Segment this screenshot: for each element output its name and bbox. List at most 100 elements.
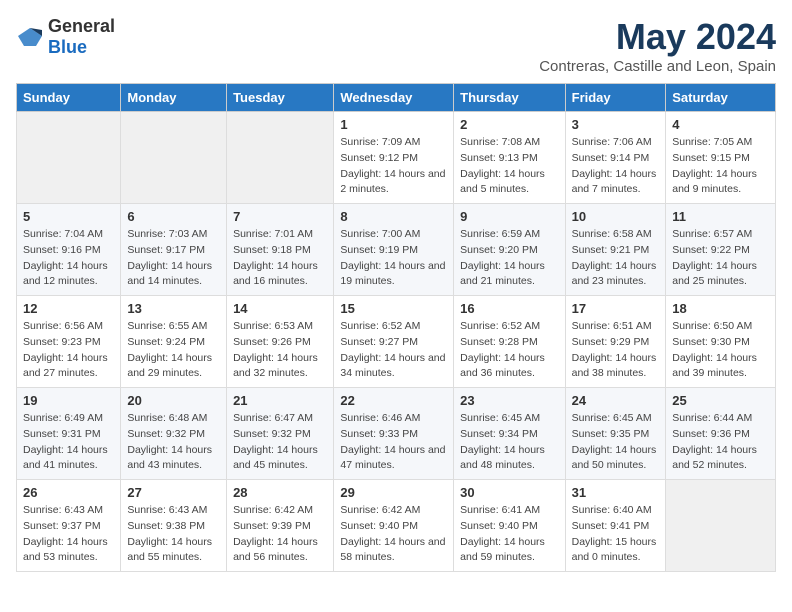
day-number: 21: [233, 393, 327, 408]
week-row-1: 1 Sunrise: 7:09 AMSunset: 9:12 PMDaylight…: [17, 112, 776, 204]
page-header: General Blue May 2024 Contreras, Castill…: [16, 16, 776, 75]
day-cell: 14Sunrise: 6:53 AMSunset: 9:26 PMDayligh…: [227, 296, 334, 388]
day-cell: 13 Sunrise: 6:55 AMSunset: 9:24 PMDayligh…: [121, 296, 227, 388]
day-info: Sunrise: 6:55 AMSunset: 9:24 PMDaylight:…: [127, 319, 220, 382]
day-info: Sunrise: 6:56 AMSunset: 9:23 PMDaylight:…: [23, 319, 114, 382]
week-row-2: 5 Sunrise: 7:04 AMSunset: 9:16 PMDaylight…: [17, 204, 776, 296]
day-cell: 2 Sunrise: 7:08 AMSunset: 9:13 PMDaylight…: [454, 112, 565, 204]
day-cell: 5 Sunrise: 7:04 AMSunset: 9:16 PMDaylight…: [17, 204, 121, 296]
day-number: 23: [460, 393, 558, 408]
day-number: 27: [127, 485, 220, 500]
day-info: Sunrise: 7:09 AMSunset: 9:12 PMDaylight:…: [340, 135, 447, 198]
subtitle: Contreras, Castille and Leon, Spain: [539, 58, 776, 75]
day-info: Sunrise: 7:03 AMSunset: 9:17 PMDaylight:…: [127, 227, 220, 290]
week-row-4: 19 Sunrise: 6:49 AMSunset: 9:31 PMDayligh…: [17, 388, 776, 480]
day-cell: 21Sunrise: 6:47 AMSunset: 9:32 PMDayligh…: [227, 388, 334, 480]
day-cell: 22 Sunrise: 6:46 AMSunset: 9:33 PMDayligh…: [334, 388, 454, 480]
day-info: Sunrise: 6:50 AMSunset: 9:30 PMDaylight:…: [672, 319, 769, 382]
day-info: Sunrise: 6:49 AMSunset: 9:31 PMDaylight:…: [23, 411, 114, 474]
day-cell: 7Sunrise: 7:01 AMSunset: 9:18 PMDaylight…: [227, 204, 334, 296]
day-cell: 3Sunrise: 7:06 AMSunset: 9:14 PMDaylight…: [565, 112, 666, 204]
day-cell: 28 Sunrise: 6:42 AMSunset: 9:39 PMDayligh…: [227, 480, 334, 572]
day-number: 26: [23, 485, 114, 500]
day-number: 5: [23, 209, 114, 224]
day-number: 9: [460, 209, 558, 224]
day-info: Sunrise: 6:42 AMSunset: 9:39 PMDaylight:…: [233, 503, 327, 566]
logo-text-general: General: [48, 16, 115, 36]
day-info: Sunrise: 6:46 AMSunset: 9:33 PMDaylight:…: [340, 411, 447, 474]
day-cell: [121, 112, 227, 204]
day-cell: 8Sunrise: 7:00 AMSunset: 9:19 PMDaylight…: [334, 204, 454, 296]
calendar-body: 1 Sunrise: 7:09 AMSunset: 9:12 PMDaylight…: [17, 112, 776, 572]
day-cell: 12 Sunrise: 6:56 AMSunset: 9:23 PMDayligh…: [17, 296, 121, 388]
day-cell: 20 Sunrise: 6:48 AMSunset: 9:32 PMDayligh…: [121, 388, 227, 480]
day-number: 19: [23, 393, 114, 408]
day-cell: 18 Sunrise: 6:50 AMSunset: 9:30 PMDayligh…: [666, 296, 776, 388]
title-area: May 2024 Contreras, Castille and Leon, S…: [539, 16, 776, 75]
day-cell: 11Sunrise: 6:57 AMSunset: 9:22 PMDayligh…: [666, 204, 776, 296]
day-info: Sunrise: 6:48 AMSunset: 9:32 PMDaylight:…: [127, 411, 220, 474]
day-cell: 15 Sunrise: 6:52 AMSunset: 9:27 PMDayligh…: [334, 296, 454, 388]
day-info: Sunrise: 6:53 AMSunset: 9:26 PMDaylight:…: [233, 319, 327, 382]
day-info: Sunrise: 6:42 AMSunset: 9:40 PMDaylight:…: [340, 503, 447, 566]
day-number: 4: [672, 117, 769, 132]
day-number: 6: [127, 209, 220, 224]
day-info: Sunrise: 6:41 AMSunset: 9:40 PMDaylight:…: [460, 503, 558, 566]
day-number: 24: [572, 393, 660, 408]
day-number: 20: [127, 393, 220, 408]
main-title: May 2024: [539, 16, 776, 58]
logo-text-blue: Blue: [48, 37, 87, 57]
day-info: Sunrise: 6:52 AMSunset: 9:28 PMDaylight:…: [460, 319, 558, 382]
day-info: Sunrise: 7:08 AMSunset: 9:13 PMDaylight:…: [460, 135, 558, 198]
day-cell: 1 Sunrise: 7:09 AMSunset: 9:12 PMDaylight…: [334, 112, 454, 204]
day-cell: 30Sunrise: 6:41 AMSunset: 9:40 PMDayligh…: [454, 480, 565, 572]
day-cell: 31 Sunrise: 6:40 AMSunset: 9:41 PMDayligh…: [565, 480, 666, 572]
day-number: 18: [672, 301, 769, 316]
col-header-sunday: Sunday: [17, 84, 121, 112]
calendar-header-row: SundayMondayTuesdayWednesdayThursdayFrid…: [17, 84, 776, 112]
day-info: Sunrise: 6:58 AMSunset: 9:21 PMDaylight:…: [572, 227, 660, 290]
day-cell: 29 Sunrise: 6:42 AMSunset: 9:40 PMDayligh…: [334, 480, 454, 572]
calendar-table: SundayMondayTuesdayWednesdayThursdayFrid…: [16, 83, 776, 572]
day-number: 1: [340, 117, 447, 132]
col-header-monday: Monday: [121, 84, 227, 112]
day-number: 13: [127, 301, 220, 316]
day-info: Sunrise: 7:06 AMSunset: 9:14 PMDaylight:…: [572, 135, 660, 198]
day-cell: 23 Sunrise: 6:45 AMSunset: 9:34 PMDayligh…: [454, 388, 565, 480]
week-row-5: 26 Sunrise: 6:43 AMSunset: 9:37 PMDayligh…: [17, 480, 776, 572]
day-number: 10: [572, 209, 660, 224]
day-info: Sunrise: 6:52 AMSunset: 9:27 PMDaylight:…: [340, 319, 447, 382]
day-number: 22: [340, 393, 447, 408]
col-header-wednesday: Wednesday: [334, 84, 454, 112]
col-header-saturday: Saturday: [666, 84, 776, 112]
day-number: 8: [340, 209, 447, 224]
day-number: 2: [460, 117, 558, 132]
day-number: 17: [572, 301, 660, 316]
day-number: 31: [572, 485, 660, 500]
day-info: Sunrise: 7:01 AMSunset: 9:18 PMDaylight:…: [233, 227, 327, 290]
day-number: 11: [672, 209, 769, 224]
day-info: Sunrise: 7:04 AMSunset: 9:16 PMDaylight:…: [23, 227, 114, 290]
day-info: Sunrise: 6:45 AMSunset: 9:34 PMDaylight:…: [460, 411, 558, 474]
day-cell: [227, 112, 334, 204]
col-header-tuesday: Tuesday: [227, 84, 334, 112]
day-cell: 27Sunrise: 6:43 AMSunset: 9:38 PMDayligh…: [121, 480, 227, 572]
logo: General Blue: [16, 16, 115, 58]
col-header-friday: Friday: [565, 84, 666, 112]
day-cell: 26 Sunrise: 6:43 AMSunset: 9:37 PMDayligh…: [17, 480, 121, 572]
day-cell: [17, 112, 121, 204]
day-info: Sunrise: 6:51 AMSunset: 9:29 PMDaylight:…: [572, 319, 660, 382]
day-info: Sunrise: 6:43 AMSunset: 9:37 PMDaylight:…: [23, 503, 114, 566]
day-cell: 4Sunrise: 7:05 AMSunset: 9:15 PMDaylight…: [666, 112, 776, 204]
day-number: 28: [233, 485, 327, 500]
day-info: Sunrise: 6:45 AMSunset: 9:35 PMDaylight:…: [572, 411, 660, 474]
day-cell: 17 Sunrise: 6:51 AMSunset: 9:29 PMDayligh…: [565, 296, 666, 388]
day-number: 12: [23, 301, 114, 316]
day-number: 29: [340, 485, 447, 500]
day-cell: [666, 480, 776, 572]
day-info: Sunrise: 6:40 AMSunset: 9:41 PMDaylight:…: [572, 503, 660, 566]
week-row-3: 12 Sunrise: 6:56 AMSunset: 9:23 PMDayligh…: [17, 296, 776, 388]
day-cell: 16Sunrise: 6:52 AMSunset: 9:28 PMDayligh…: [454, 296, 565, 388]
day-cell: 24 Sunrise: 6:45 AMSunset: 9:35 PMDayligh…: [565, 388, 666, 480]
day-number: 15: [340, 301, 447, 316]
